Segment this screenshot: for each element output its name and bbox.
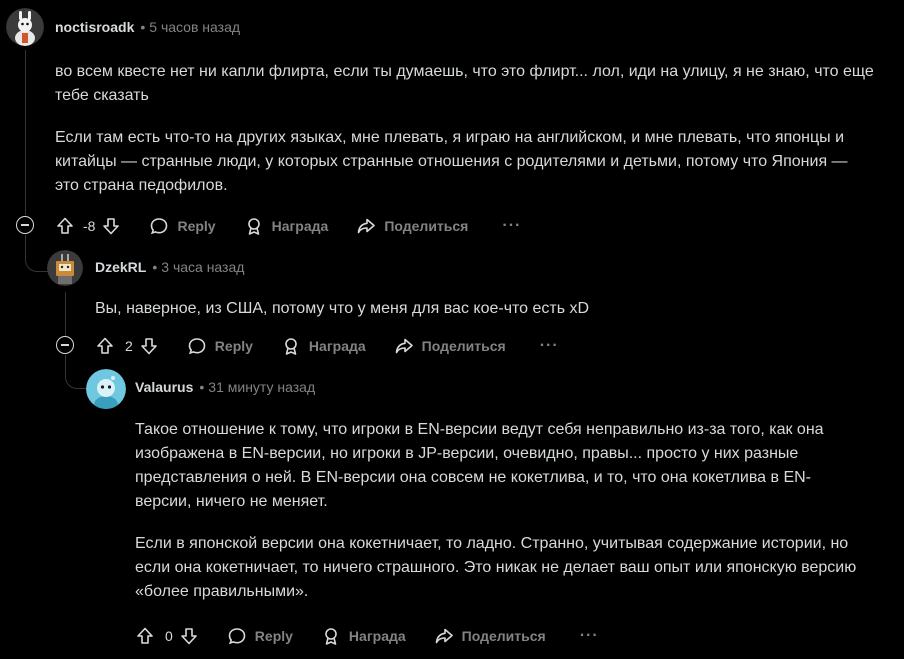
reply-icon (151, 218, 168, 235)
award-icon (325, 628, 337, 645)
share-label: Поделиться (384, 218, 469, 234)
downvote-button[interactable] (139, 336, 159, 356)
share-icon (395, 338, 413, 354)
reply-button[interactable]: Reply (149, 216, 216, 236)
thread-line-level1 (25, 50, 26, 215)
vote-score: -8 (83, 218, 96, 234)
thread-connector-2 (65, 355, 88, 389)
reply-button[interactable]: Reply (187, 336, 253, 356)
award-button[interactable]: Награда (321, 626, 406, 646)
reply-icon (228, 628, 246, 645)
comment-meta: Valaurus • 31 минуту назад (135, 379, 315, 395)
comment-paragraph: Если в японской версии она кокетничает, … (135, 535, 857, 600)
collapse-icon[interactable] (16, 216, 34, 234)
separator-dot: • (199, 379, 205, 395)
reply-label: Reply (214, 338, 253, 354)
share-button[interactable]: Поделиться (434, 626, 546, 646)
author-name[interactable]: noctisroadk (55, 19, 134, 35)
author-name[interactable]: DzekRL (95, 259, 146, 275)
author-name[interactable]: Valaurus (135, 379, 193, 395)
upvote-icon (137, 627, 153, 644)
comment-paragraph: Вы, наверное, из США, потому что у меня … (95, 300, 590, 317)
thread-line-level2 (65, 292, 66, 336)
vote-score: 0 (165, 628, 173, 644)
comment-paragraph: Если там есть что-то на других языках, м… (55, 129, 848, 194)
comment-body: Такое отношение к тому, что игроки в EN-… (135, 418, 865, 622)
share-icon (435, 628, 453, 644)
upvote-icon (57, 217, 73, 234)
timestamp[interactable]: 31 минуту назад (208, 379, 315, 395)
share-button[interactable]: Поделиться (356, 216, 468, 236)
award-icon (285, 338, 297, 355)
award-label: Награда (308, 338, 366, 354)
downvote-icon (140, 338, 157, 355)
reply-label: Reply (177, 218, 216, 234)
avatar[interactable] (47, 250, 83, 286)
comment-body: во всем квесте нет ни капли флирта, если… (55, 60, 875, 216)
comment-actions: 2 Reply Награда Поделиться ··· (95, 334, 559, 358)
downvote-button[interactable] (179, 626, 199, 646)
downvote-icon (103, 218, 120, 235)
award-label: Награда (348, 628, 406, 644)
share-label: Поделиться (421, 338, 506, 354)
downvote-icon (180, 628, 197, 645)
more-icon[interactable]: ··· (540, 337, 559, 355)
upvote-button[interactable] (135, 626, 155, 646)
share-icon (358, 218, 376, 234)
separator-dot: • (140, 19, 146, 35)
comment-body: Вы, наверное, из США, потому что у меня … (95, 297, 875, 339)
timestamp[interactable]: 5 часов назад (149, 19, 240, 35)
award-button[interactable]: Награда (281, 336, 366, 356)
timestamp[interactable]: 3 часа назад (161, 259, 244, 275)
upvote-icon (97, 337, 113, 354)
vote-score: 2 (125, 338, 133, 354)
reply-icon (188, 338, 206, 355)
upvote-button[interactable] (55, 216, 75, 236)
award-icon (247, 218, 260, 235)
award-button[interactable]: Награда (244, 216, 329, 236)
separator-dot: • (152, 259, 158, 275)
award-label: Награда (271, 218, 329, 234)
more-icon[interactable]: ··· (580, 627, 599, 645)
avatar[interactable] (86, 369, 126, 409)
downvote-button[interactable] (101, 216, 121, 236)
comment-meta: DzekRL • 3 часа назад (95, 259, 244, 275)
comment-meta: noctisroadk • 5 часов назад (55, 19, 240, 35)
thread-connector-1 (25, 235, 48, 272)
share-button[interactable]: Поделиться (394, 336, 506, 356)
reply-label: Reply (254, 628, 293, 644)
upvote-button[interactable] (95, 336, 115, 356)
share-label: Поделиться (461, 628, 546, 644)
collapse-icon[interactable] (56, 336, 74, 354)
avatar[interactable] (6, 8, 44, 46)
more-icon[interactable]: ··· (502, 217, 521, 235)
comment-actions: 0 Reply Награда Поделиться ··· (135, 624, 599, 648)
comment-paragraph: Такое отношение к тому, что игроки в EN-… (135, 421, 824, 510)
comment-paragraph: во всем квесте нет ни капли флирта, если… (55, 63, 874, 104)
comment-actions: -8 Reply Награда Поделиться ··· (55, 214, 521, 238)
reply-button[interactable]: Reply (227, 626, 293, 646)
